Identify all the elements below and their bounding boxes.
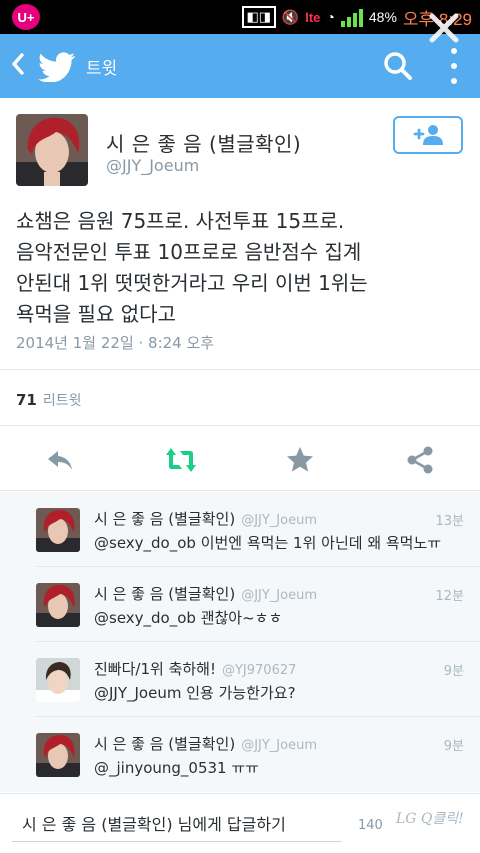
avatar[interactable] — [36, 583, 80, 627]
avatar[interactable] — [36, 733, 80, 777]
retweet-icon[interactable] — [164, 444, 196, 476]
avatar[interactable] — [36, 508, 80, 552]
reply-author[interactable]: 시 은 좋 음 (별글확인) @JJY_Joeum — [94, 583, 317, 604]
reply-author[interactable]: 진빠다/1위 축하해! @YJ970627 — [94, 658, 296, 679]
tweet-text-line: 안된대 1위 떳떳한거라고 우리 이번 1위는 — [16, 271, 368, 295]
avatar[interactable] — [36, 658, 80, 702]
lte-icon: lte — [305, 9, 321, 25]
share-icon[interactable] — [404, 444, 436, 476]
reply-text: @sexy_do_ob 이번엔 욕먹는 1위 아닌데 왜 욕먹노ㅠ — [94, 534, 442, 552]
reply-time: 13분 — [435, 514, 464, 529]
retweet-count-label: 리트윗 — [42, 393, 82, 409]
reply-handle: @JJY_Joeum — [241, 738, 317, 753]
reply-time: 9분 — [443, 664, 464, 679]
tweet-timestamp: 2014년 1월 22일 · 8:24 오후 — [16, 334, 215, 352]
reply-text: @_jinyoung_0531 ㅠㅠ — [94, 759, 259, 777]
tweet-text-line: 쇼챔은 음원 75프로. 사전투표 15프로. — [16, 209, 345, 233]
reply-input[interactable] — [12, 808, 342, 842]
tweet-text-line: 음악전문인 투표 10프로로 음반점수 집계 — [16, 240, 362, 264]
list-item[interactable]: 시 은 좋 음 (별글확인) @JJY_Joeum 13분 @sexy_do_ob… — [0, 492, 480, 566]
list-item[interactable]: 시 은 좋 음 (별글확인) @JJY_Joeum 9분 @_jinyoung_0… — [0, 717, 480, 791]
close-icon[interactable] — [422, 6, 466, 50]
twitter-bird-icon[interactable] — [38, 52, 76, 83]
author-avatar[interactable] — [16, 114, 88, 186]
reply-handle: @JJY_Joeum — [241, 513, 317, 528]
reply-author-name: 진빠다/1위 축하해! — [94, 660, 216, 678]
list-item[interactable]: 진빠다/1위 축하해! @YJ970627 9분 @JJY_Joeum 인용 가능… — [0, 642, 480, 716]
reply-author-name: 시 은 좋 음 (별글확인) — [94, 585, 236, 603]
search-icon[interactable] — [382, 50, 414, 82]
follow-button[interactable] — [393, 116, 463, 154]
divider — [0, 490, 480, 491]
back-icon[interactable] — [10, 52, 26, 81]
reply-handle: @YJ970627 — [221, 663, 297, 678]
reply-compose-bar: 140 LG Q클릭! — [0, 793, 480, 853]
signal-icon — [340, 7, 363, 27]
tweet-actions — [0, 440, 480, 480]
tweet-text: 쇼챔은 음원 75프로. 사전투표 15프로. 음악전문인 투표 10프로로 음… — [16, 206, 466, 330]
reply-time: 12분 — [435, 589, 464, 604]
reply-author[interactable]: 시 은 좋 음 (별글확인) @JJY_Joeum — [94, 733, 317, 754]
battery-level: 48% — [368, 9, 397, 25]
author-name[interactable]: 시 은 좋 음 (별글확인) — [106, 128, 301, 157]
page-title: 트윗 — [86, 59, 118, 79]
reply-time: 9분 — [443, 739, 464, 754]
reply-author-name: 시 은 좋 음 (별글확인) — [94, 510, 236, 528]
add-user-icon — [413, 125, 443, 145]
reply-author[interactable]: 시 은 좋 음 (별글확인) @JJY_Joeum — [94, 508, 317, 529]
screen-mirror-icon: ◧◨ — [241, 6, 276, 28]
retweet-count[interactable]: 71 리트윗 — [16, 390, 82, 410]
favorite-icon[interactable] — [284, 444, 316, 476]
reply-text: @sexy_do_ob 괜찮아~ㅎㅎ — [94, 609, 283, 627]
capture-watermark: LG Q클릭! — [396, 811, 464, 827]
tweet-text-line: 욕먹을 필요 없다고 — [16, 302, 176, 326]
reply-handle: @JJY_Joeum — [241, 588, 317, 603]
retweet-count-number: 71 — [16, 391, 37, 409]
reply-icon[interactable] — [44, 444, 76, 476]
reply-text: @JJY_Joeum 인용 가능한가요? — [94, 684, 296, 702]
char-counter: 140 — [358, 818, 383, 833]
mute-icon: 🔇 — [281, 8, 300, 25]
reply-author-name: 시 은 좋 음 (별글확인) — [94, 735, 236, 753]
status-bar: U+ ◧◨ 🔇 lte ◔ 48% 오후 8:29 — [0, 0, 480, 34]
author-handle[interactable]: @JJY_Joeum — [106, 156, 199, 175]
divider — [0, 425, 480, 426]
divider — [0, 369, 480, 370]
overflow-menu-icon[interactable] — [448, 48, 460, 84]
carrier-logo: U+ — [12, 4, 40, 30]
list-item[interactable]: 시 은 좋 음 (별글확인) @JJY_Joeum 12분 @sexy_do_ob… — [0, 567, 480, 641]
reply-list: 시 은 좋 음 (별글확인) @JJY_Joeum 13분 @sexy_do_ob… — [0, 492, 480, 792]
wifi-icon: ◔ — [326, 9, 335, 25]
app-bar: 트윗 — [0, 34, 480, 98]
